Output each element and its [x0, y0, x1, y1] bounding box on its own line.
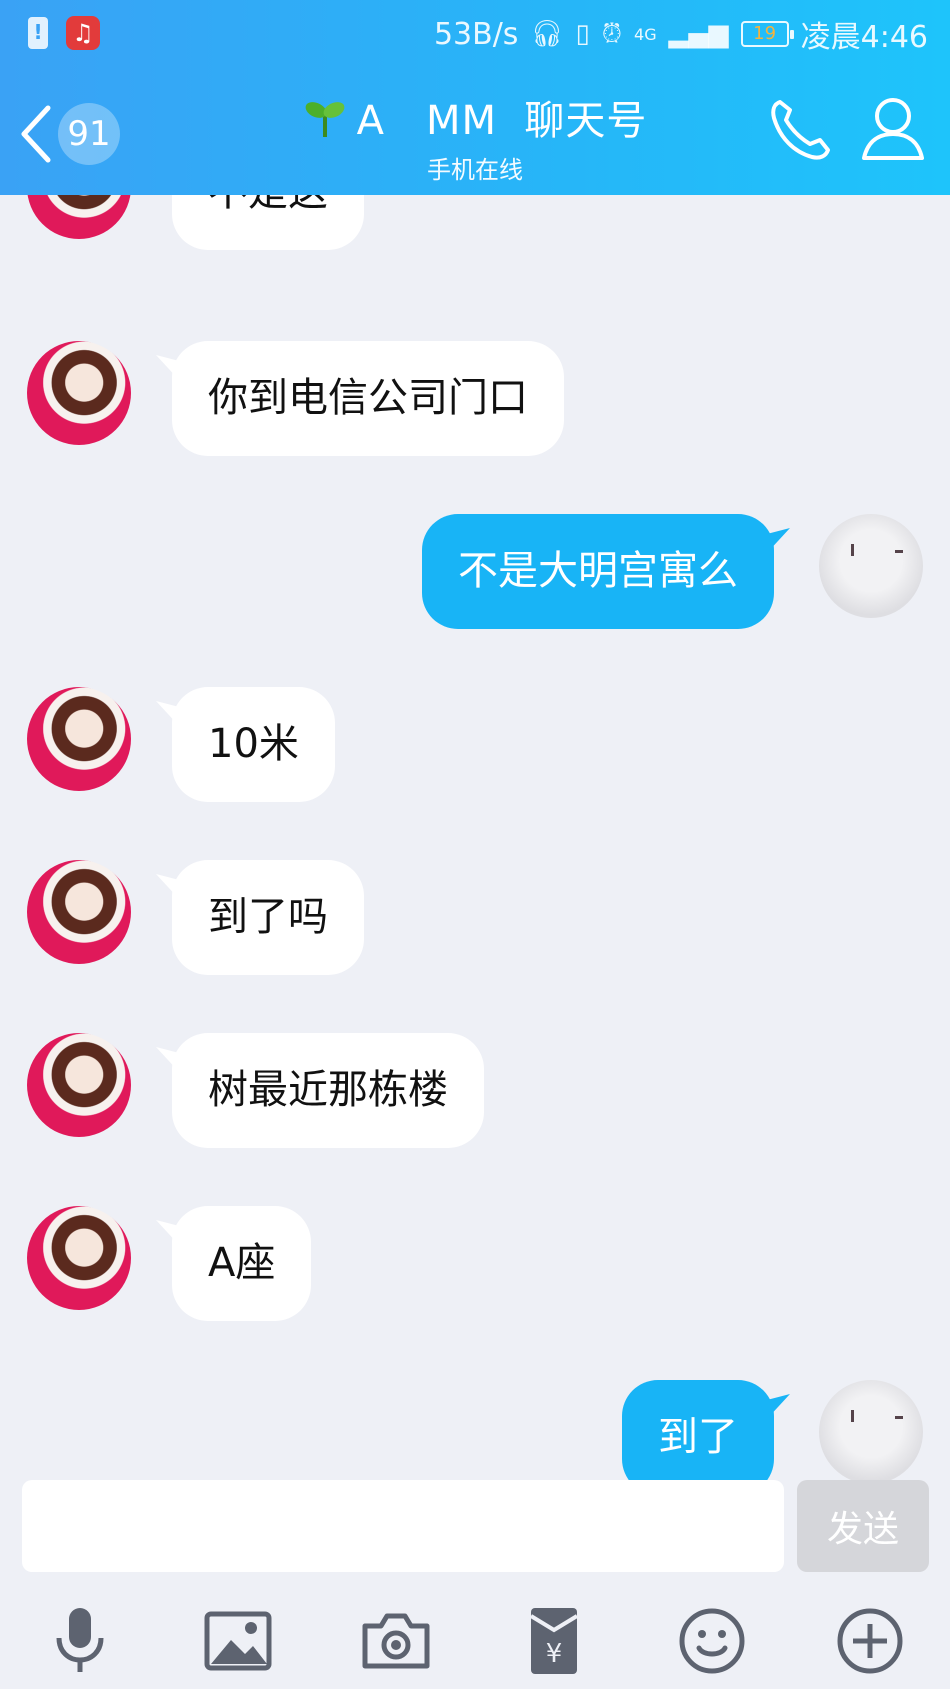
- red-packet-icon: ¥: [529, 1608, 579, 1674]
- message-bubble[interactable]: 你到电信公司门口: [172, 341, 564, 456]
- message-bubble[interactable]: A座: [172, 1206, 312, 1321]
- composer-toolbar: ¥: [0, 1598, 950, 1689]
- contact-avatar[interactable]: [27, 195, 131, 239]
- person-icon: [862, 98, 924, 160]
- svg-text:¥: ¥: [546, 1639, 563, 1669]
- voice-button[interactable]: [43, 1604, 117, 1678]
- contact-avatar[interactable]: [27, 1206, 131, 1310]
- music-app-icon: ♫: [66, 16, 100, 50]
- message-row: 不是大明宫寓么: [0, 514, 950, 629]
- message-row: 你到电信公司门口: [0, 341, 950, 456]
- red-packet-button[interactable]: ¥: [517, 1604, 591, 1678]
- battery-icon: 19: [740, 21, 794, 47]
- message-bubble[interactable]: 不是这: [172, 195, 364, 250]
- call-button[interactable]: [766, 94, 836, 164]
- signal-label: 4G: [634, 24, 657, 44]
- status-bar: ♫ 53B/s 🎧︎ ▯ ⏰︎ 4G ▂▄▆ 19 凌晨4:46: [0, 0, 950, 66]
- chat-title-text: A MM 聊天号: [356, 98, 648, 144]
- message-bubble[interactable]: 10米: [172, 687, 335, 802]
- contact-avatar[interactable]: [27, 1033, 131, 1137]
- image-icon: [204, 1611, 272, 1671]
- message-bubble[interactable]: 到了吗: [172, 860, 364, 975]
- my-avatar[interactable]: [819, 514, 923, 618]
- battery-alert-icon: [28, 17, 48, 49]
- message-bubble[interactable]: 到了: [622, 1380, 774, 1480]
- image-button[interactable]: [201, 1604, 275, 1678]
- message-list[interactable]: 不是这 你到电信公司门口 不是大明宫寓么 10米 到了吗 树最近那栋楼 A座 到…: [0, 195, 950, 1480]
- message-input[interactable]: [22, 1480, 784, 1572]
- composer: 发送 ¥: [0, 1480, 950, 1689]
- sprout-icon: [305, 102, 344, 137]
- message-row: 到了吗: [0, 860, 950, 975]
- microphone-icon: [56, 1608, 104, 1672]
- net-speed: 53B/s: [433, 16, 519, 52]
- message-row: 不是这: [0, 195, 950, 250]
- nav-bar: 91 A MM 聊天号 手机在线: [0, 80, 950, 190]
- contact-avatar[interactable]: [27, 687, 131, 791]
- message-row: 到了: [0, 1380, 950, 1480]
- contact-avatar[interactable]: [27, 860, 131, 964]
- message-bubble[interactable]: 不是大明宫寓么: [422, 514, 774, 629]
- alarm-icon: ⏰︎: [601, 18, 623, 49]
- clock: 凌晨4:46: [800, 20, 928, 55]
- message-row: A座: [0, 1206, 950, 1321]
- message-row: 树最近那栋楼: [0, 1033, 950, 1148]
- my-avatar[interactable]: [819, 1380, 923, 1480]
- phone-icon: [771, 100, 830, 160]
- send-button[interactable]: 发送: [797, 1480, 929, 1572]
- contact-avatar[interactable]: [27, 341, 131, 445]
- more-button[interactable]: [833, 1604, 907, 1678]
- signal-icon: ▂▄▆: [668, 19, 729, 49]
- chat-title[interactable]: A MM 聊天号: [303, 88, 648, 146]
- headphones-icon: 🎧︎: [530, 19, 564, 49]
- emoji-button[interactable]: [675, 1604, 749, 1678]
- message-row: 10米: [0, 687, 950, 802]
- camera-icon: [362, 1613, 430, 1669]
- profile-button[interactable]: [860, 94, 926, 164]
- plus-icon: [837, 1608, 903, 1674]
- vibrate-icon: ▯: [575, 19, 590, 49]
- emoji-icon: [679, 1608, 745, 1674]
- camera-button[interactable]: [359, 1604, 433, 1678]
- header-bar: ♫ 53B/s 🎧︎ ▯ ⏰︎ 4G ▂▄▆ 19 凌晨4:46 91: [0, 0, 950, 195]
- message-bubble[interactable]: 树最近那栋楼: [172, 1033, 484, 1148]
